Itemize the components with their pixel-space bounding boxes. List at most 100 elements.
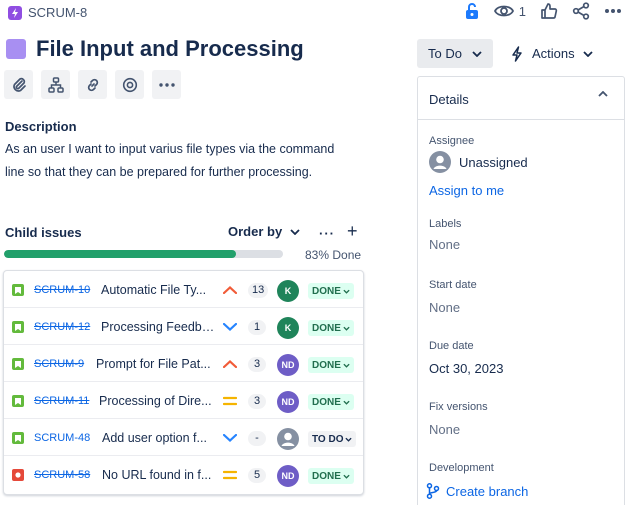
child-status-dropdown[interactable]: DONE: [308, 357, 354, 373]
details-title: Details: [429, 92, 469, 107]
create-branch-link[interactable]: Create branch: [426, 483, 528, 499]
order-by-label: Order by: [228, 224, 283, 239]
child-status-dropdown[interactable]: TO DO: [308, 431, 357, 447]
child-issue-key[interactable]: SCRUM-9: [34, 358, 84, 370]
actions-button[interactable]: Actions: [504, 39, 599, 68]
priority-high-icon: [222, 283, 238, 297]
details-header[interactable]: Details: [418, 77, 624, 120]
more-icon[interactable]: [604, 8, 622, 14]
unassigned-avatar-icon[interactable]: [277, 428, 299, 450]
child-issue-summary[interactable]: Add user option f...: [102, 431, 220, 445]
story-icon: [12, 358, 24, 370]
story-icon: [12, 432, 24, 444]
child-issue-summary[interactable]: Processing Feedba...: [101, 320, 219, 334]
watch-button[interactable]: 1: [493, 3, 526, 19]
issue-actions: 1: [464, 2, 622, 20]
chevron-down-icon: [345, 437, 353, 442]
child-status-label: DONE: [312, 322, 341, 334]
child-issue-key[interactable]: SCRUM-11: [34, 395, 89, 407]
story-points-badge: -: [248, 431, 266, 446]
breadcrumb: SCRUM-8: [8, 5, 87, 20]
create-branch-label: Create branch: [446, 483, 529, 499]
story-points-badge: 3: [248, 357, 266, 372]
child-issue-row[interactable]: SCRUM-12 Processing Feedba... 1 K DONE: [4, 308, 363, 345]
hierarchy-icon: [47, 76, 64, 93]
assignee-avatar[interactable]: K: [277, 317, 299, 339]
title-row: File Input and Processing: [6, 36, 304, 62]
link-issue-button[interactable]: [78, 70, 107, 99]
progress-fill: [4, 250, 236, 258]
assignee-field[interactable]: Unassigned: [429, 151, 528, 173]
child-status-dropdown[interactable]: DONE: [308, 283, 354, 299]
priority-medium-icon: [222, 468, 238, 482]
chevron-down-icon: [583, 50, 593, 57]
more-toolbar-button[interactable]: [152, 70, 181, 99]
child-issue-key[interactable]: SCRUM-48: [34, 432, 90, 444]
chevron-down-icon: [343, 289, 350, 294]
lock-icon[interactable]: [464, 2, 480, 20]
assignee-label: Assignee: [429, 135, 475, 147]
child-status-dropdown[interactable]: DONE: [308, 468, 354, 484]
child-status-dropdown[interactable]: DONE: [308, 320, 354, 336]
share-icon[interactable]: [572, 2, 590, 20]
due-date-label: Due date: [429, 340, 474, 352]
description-label: Description: [5, 119, 77, 134]
lightning-icon: [512, 45, 522, 62]
story-points-badge: 5: [248, 468, 266, 483]
child-issue-key[interactable]: SCRUM-12: [34, 321, 90, 333]
labels-value[interactable]: None: [429, 237, 460, 252]
apps-button[interactable]: [115, 70, 144, 99]
assignee-avatar[interactable]: ND: [277, 391, 299, 413]
story-icon: [12, 284, 24, 296]
top-bar: SCRUM-8 1: [0, 0, 636, 26]
attach-button[interactable]: [4, 70, 33, 99]
child-status-label: DONE: [312, 470, 341, 482]
order-by-dropdown[interactable]: Order by: [228, 224, 300, 239]
description-text[interactable]: As an user I want to input varius file t…: [5, 138, 350, 184]
assignee-avatar[interactable]: ND: [277, 354, 299, 376]
child-more-button[interactable]: ···: [319, 226, 335, 241]
child-issue-list: SCRUM-10 Automatic File Ty... 13 K DONE SCRUM…: [3, 270, 364, 495]
due-date-value[interactable]: Oct 30, 2023: [429, 361, 503, 376]
assignee-value: Unassigned: [459, 154, 528, 170]
child-issue-row[interactable]: SCRUM-9 Prompt for File Pat... 3 ND DONE: [4, 345, 363, 382]
status-dropdown[interactable]: To Do: [417, 39, 493, 68]
watch-count: 1: [518, 3, 526, 19]
child-issues-header: Child issues Order by ··· +: [5, 221, 365, 244]
assignee-avatar[interactable]: K: [277, 280, 299, 302]
fix-versions-value[interactable]: None: [429, 422, 460, 437]
child-issue-row[interactable]: SCRUM-11 Processing of Dire... 3 ND DONE: [4, 382, 363, 419]
story-icon: [12, 395, 24, 407]
child-issue-summary[interactable]: Prompt for File Pat...: [96, 357, 214, 371]
link-icon: [87, 78, 98, 91]
chevron-down-icon: [472, 50, 482, 57]
child-issue-key[interactable]: SCRUM-10: [34, 284, 90, 296]
add-child-button[interactable]: +: [347, 221, 358, 242]
assign-to-me-link[interactable]: Assign to me: [429, 183, 504, 198]
chevron-up-icon[interactable]: [598, 91, 608, 97]
start-date-label: Start date: [429, 279, 477, 291]
details-panel: Details Assignee Unassigned Assign to me…: [417, 76, 625, 505]
add-child-issue-button[interactable]: [41, 70, 70, 99]
assignee-avatar[interactable]: ND: [277, 465, 299, 487]
child-issue-row[interactable]: SCRUM-48 Add user option f... - TO DO: [4, 419, 363, 456]
thumbs-up-icon[interactable]: [540, 2, 558, 20]
child-issue-summary[interactable]: No URL found in f...: [102, 468, 220, 482]
child-issue-key[interactable]: SCRUM-58: [34, 469, 90, 481]
child-issue-summary[interactable]: Processing of Dire...: [99, 394, 217, 408]
priority-low-icon: [222, 431, 238, 445]
more-icon: [158, 82, 175, 87]
chevron-down-icon: [343, 326, 350, 331]
chevron-down-icon: [290, 228, 300, 235]
start-date-value[interactable]: None: [429, 300, 460, 315]
child-issue-row[interactable]: SCRUM-10 Automatic File Ty... 13 K DONE: [4, 271, 363, 308]
progress-label: 83% Done: [305, 248, 362, 262]
labels-label: Labels: [429, 218, 462, 230]
issue-key-link[interactable]: SCRUM-8: [28, 5, 87, 20]
child-issue-summary[interactable]: Automatic File Ty...: [101, 283, 219, 297]
story-points-badge: 3: [248, 394, 266, 409]
branch-icon: [426, 483, 440, 499]
child-issue-row[interactable]: SCRUM-58 No URL found in f... 5 ND DONE: [4, 456, 363, 493]
page-title[interactable]: File Input and Processing: [36, 36, 304, 62]
child-status-dropdown[interactable]: DONE: [308, 394, 354, 410]
